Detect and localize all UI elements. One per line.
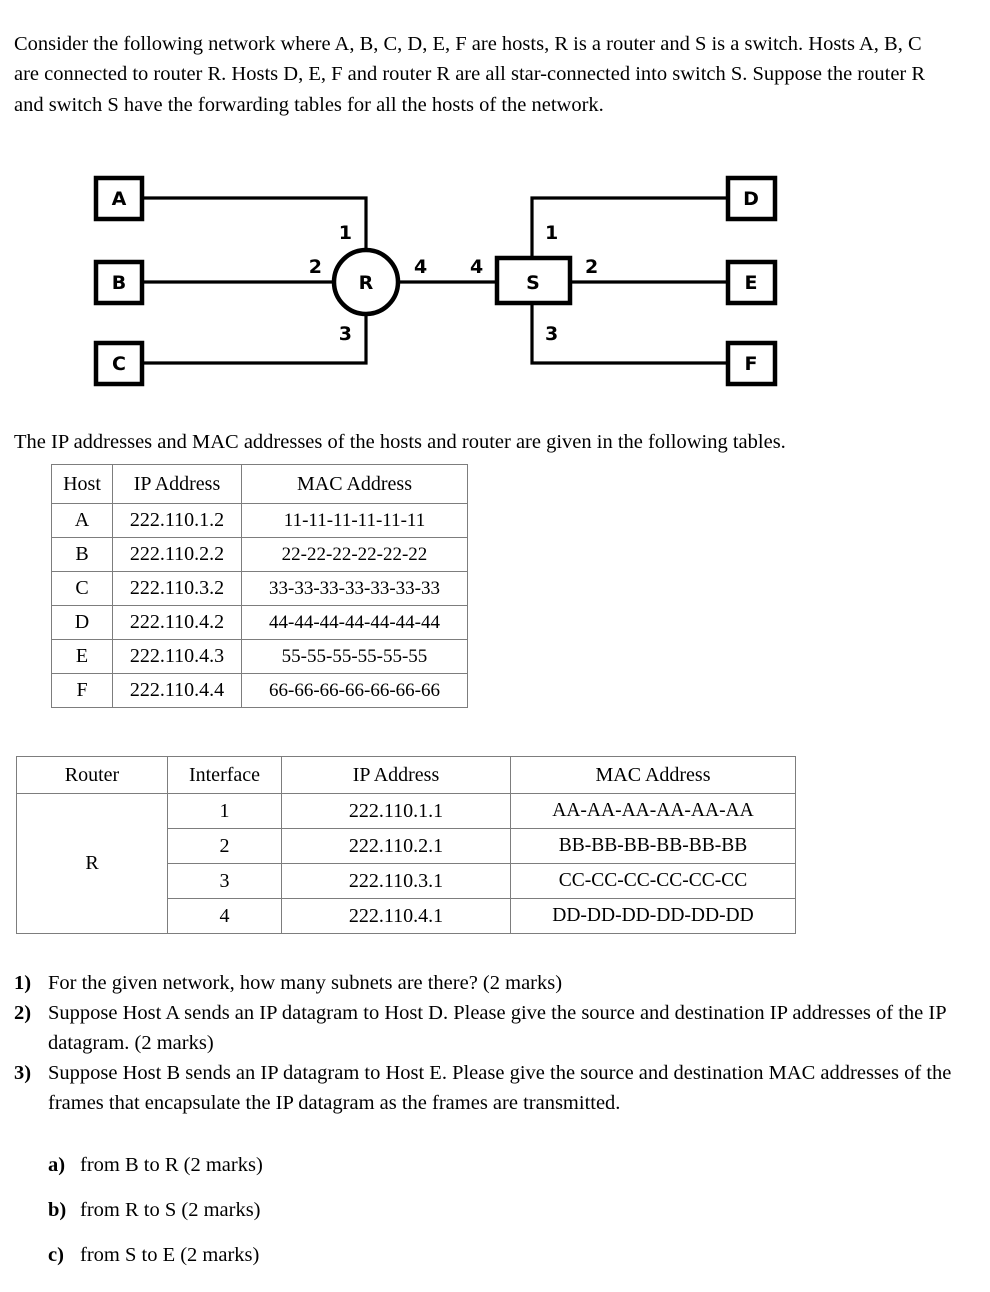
- network-diagram: A B C D E F R S 1 2 3 4 4 1 2 3: [0, 160, 990, 395]
- table-row: B 222.110.2.2 22-22-22-22-22-22: [51, 537, 468, 572]
- subquestions-list: a) from B to R (2 marks) b) from R to S …: [48, 1150, 648, 1285]
- question-item: 1) For the given network, how many subne…: [14, 968, 964, 998]
- subquestion-text: from B to R (2 marks): [80, 1154, 263, 1176]
- cell-ip: 222.110.4.1: [281, 898, 511, 934]
- router-interface-table: Router Interface IP Address MAC Address …: [16, 756, 796, 934]
- host-label-b: B: [112, 272, 126, 294]
- cell-ip: 222.110.1.1: [281, 793, 511, 829]
- question-item: 3) Suppose Host B sends an IP datagram t…: [14, 1058, 964, 1118]
- port-label-s-2: 2: [585, 256, 598, 278]
- question-text: Suppose Host A sends an IP datagram to H…: [48, 1002, 946, 1054]
- host-label-d: D: [743, 188, 759, 210]
- questions-list: 1) For the given network, how many subne…: [14, 968, 964, 1118]
- cell-mac: CC-CC-CC-CC-CC-CC: [510, 863, 796, 899]
- port-label-r-4: 4: [414, 256, 427, 278]
- port-label-r-3: 3: [339, 323, 352, 345]
- cell-mac: 66-66-66-66-66-66-66: [241, 673, 468, 708]
- col-header-interface: Interface: [167, 756, 282, 794]
- cell-ip: 222.110.3.2: [112, 571, 242, 606]
- table-row: A 222.110.1.2 11-11-11-11-11-11: [51, 503, 468, 538]
- col-header-ip: IP Address: [281, 756, 511, 794]
- cell-router-name: R: [16, 793, 168, 934]
- table-row: D 222.110.4.2 44-44-44-44-44-44-44: [51, 605, 468, 640]
- port-label-s-3: 3: [545, 323, 558, 345]
- host-address-table: Host IP Address MAC Address A 222.110.1.…: [51, 464, 468, 708]
- cell-ip: 222.110.3.1: [281, 863, 511, 899]
- link-s-f: [530, 303, 728, 365]
- cell-interface: 3: [167, 863, 282, 899]
- subquestion-text: from R to S (2 marks): [80, 1199, 261, 1221]
- diagram-links: [142, 196, 728, 365]
- cell-mac: 11-11-11-11-11-11: [241, 503, 468, 538]
- question-number: 2): [14, 1002, 32, 1024]
- cell-mac: AA-AA-AA-AA-AA-AA: [510, 793, 796, 829]
- table-header-row: Router Interface IP Address MAC Address: [16, 756, 796, 794]
- cell-host: E: [51, 639, 113, 674]
- host-boxes-left: A B C: [93, 175, 145, 387]
- tables-intro-sentence: The IP addresses and MAC addresses of th…: [14, 430, 786, 453]
- subquestion-text: from S to E (2 marks): [80, 1244, 260, 1266]
- subquestion-number: a): [48, 1154, 66, 1176]
- question-text: For the given network, how many subnets …: [48, 972, 563, 994]
- cell-ip: 222.110.1.2: [112, 503, 242, 538]
- question-text: Suppose Host B sends an IP datagram to H…: [48, 1062, 952, 1114]
- port-label-r-1: 1: [339, 222, 352, 244]
- cell-ip: 222.110.2.2: [112, 537, 242, 572]
- table-row: F 222.110.4.4 66-66-66-66-66-66-66: [51, 673, 468, 708]
- col-header-router: Router: [16, 756, 168, 794]
- col-header-ip: IP Address: [112, 464, 242, 504]
- table-row: R 1 222.110.1.1 AA-AA-AA-AA-AA-AA: [16, 793, 796, 934]
- cell-mac: DD-DD-DD-DD-DD-DD: [510, 898, 796, 934]
- cell-mac: 22-22-22-22-22-22: [241, 537, 468, 572]
- subquestion-number: c): [48, 1244, 64, 1266]
- cell-mac: 44-44-44-44-44-44-44: [241, 605, 468, 640]
- host-label-c: C: [112, 353, 126, 375]
- subquestion-item: a) from B to R (2 marks): [48, 1150, 648, 1180]
- port-label-s-4: 4: [470, 256, 483, 278]
- col-header-mac: MAC Address: [241, 464, 468, 504]
- cell-mac: BB-BB-BB-BB-BB-BB: [510, 828, 796, 864]
- link-a-r: [142, 196, 368, 250]
- cell-host: D: [51, 605, 113, 640]
- table-row: C 222.110.3.2 33-33-33-33-33-33-33: [51, 571, 468, 606]
- host-label-e: E: [745, 272, 758, 294]
- cell-host: F: [51, 673, 113, 708]
- col-header-host: Host: [51, 464, 113, 504]
- host-boxes-right: D E F: [725, 175, 778, 387]
- cell-interface: 4: [167, 898, 282, 934]
- cell-host: A: [51, 503, 113, 538]
- question-item: 2) Suppose Host A sends an IP datagram t…: [14, 998, 964, 1058]
- cell-ip: 222.110.2.1: [281, 828, 511, 864]
- subquestion-number: b): [48, 1199, 67, 1221]
- table-header-row: Host IP Address MAC Address: [51, 464, 468, 504]
- port-label-r-2: 2: [309, 256, 322, 278]
- cell-ip: 222.110.4.2: [112, 605, 242, 640]
- intro-paragraph: Consider the following network where A, …: [14, 32, 926, 116]
- cell-ip: 222.110.4.4: [112, 673, 242, 708]
- cell-ip: 222.110.4.3: [112, 639, 242, 674]
- table-row: E 222.110.4.3 55-55-55-55-55-55: [51, 639, 468, 674]
- host-label-a: A: [112, 188, 127, 210]
- host-label-f: F: [745, 353, 758, 375]
- question-number: 3): [14, 1062, 32, 1084]
- document-page: Consider the following network where A, …: [0, 0, 990, 1292]
- switch-node: S: [494, 255, 573, 306]
- cell-interface: 2: [167, 828, 282, 864]
- link-c-r: [142, 314, 368, 365]
- question-number: 1): [14, 972, 32, 994]
- port-label-s-1: 1: [545, 222, 558, 244]
- switch-label-s: S: [526, 272, 540, 294]
- link-s-d: [530, 196, 728, 258]
- cell-host: C: [51, 571, 113, 606]
- router-node: R: [331, 247, 401, 317]
- col-header-mac: MAC Address: [510, 756, 796, 794]
- cell-mac: 33-33-33-33-33-33-33: [241, 571, 468, 606]
- router-label-r: R: [359, 272, 374, 294]
- subquestion-item: b) from R to S (2 marks): [48, 1195, 648, 1225]
- cell-interface: 1: [167, 793, 282, 829]
- cell-host: B: [51, 537, 113, 572]
- subquestion-item: c) from S to E (2 marks): [48, 1240, 648, 1270]
- cell-mac: 55-55-55-55-55-55: [241, 639, 468, 674]
